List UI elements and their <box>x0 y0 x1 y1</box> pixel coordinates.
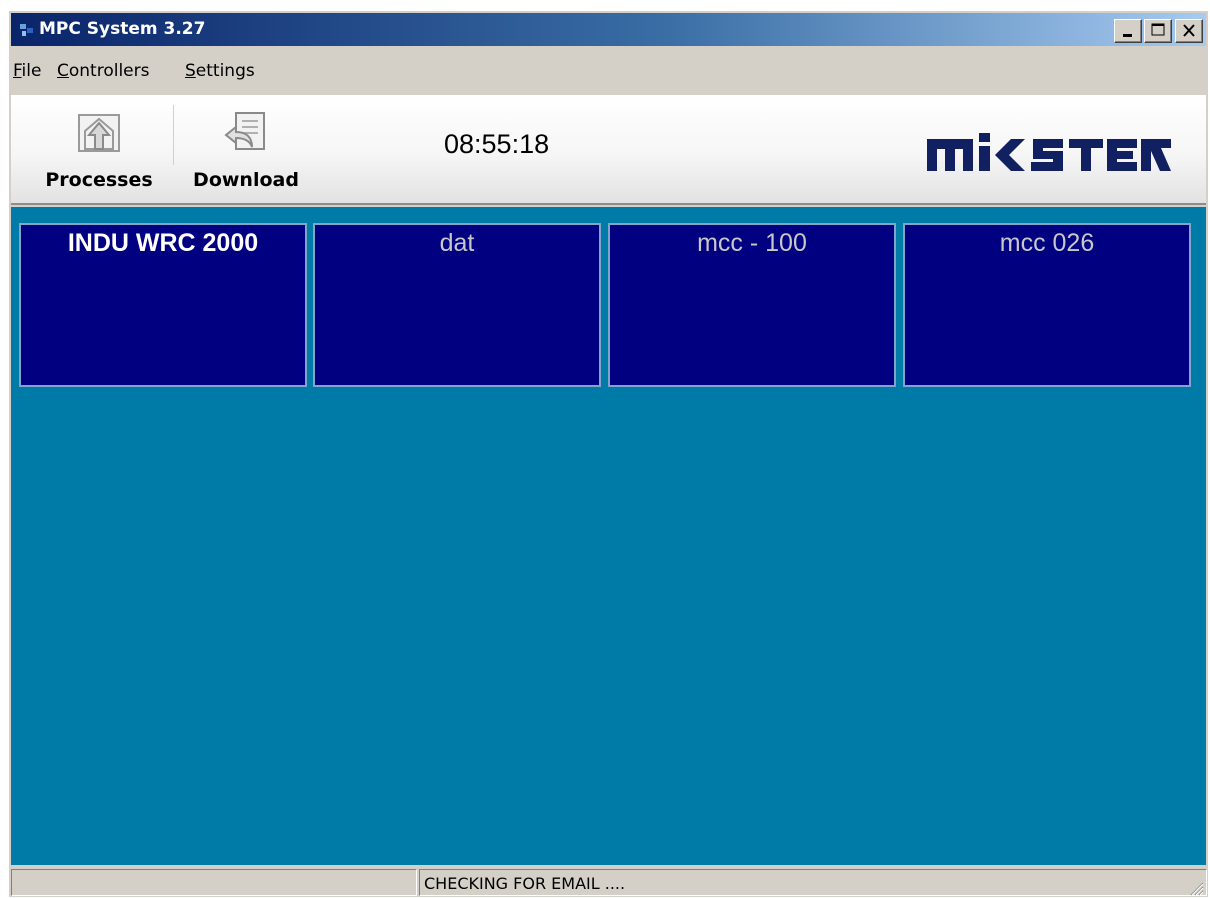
controller-tile-dat[interactable]: dat <box>313 223 601 387</box>
controller-name: mcc - 100 <box>697 229 807 257</box>
controller-name: dat <box>439 229 475 257</box>
controllers-workspace: INDU WRC 2000 dat mcc - 100 mcc 026 <box>11 207 1206 865</box>
controller-name: INDU WRC 2000 <box>67 229 259 257</box>
resize-grip-icon[interactable] <box>1188 880 1204 896</box>
controller-tile-mcc-026[interactable]: mcc 026 <box>903 223 1191 387</box>
close-button[interactable] <box>1175 19 1203 43</box>
menu-settings[interactable]: Settings <box>185 61 255 81</box>
maximize-button[interactable] <box>1144 19 1172 43</box>
close-icon <box>1183 24 1195 37</box>
controller-tile-indu-wrc-2000[interactable]: INDU WRC 2000 <box>19 223 307 387</box>
download-icon <box>224 112 265 150</box>
processes-label: Processes <box>45 169 153 191</box>
controller-tile-mcc-100[interactable]: mcc - 100 <box>608 223 896 387</box>
status-panel-message: CHECKING FOR EMAIL .... <box>419 869 1207 896</box>
processes-button[interactable]: Processes <box>29 99 169 199</box>
app-window: MPC System 3.27 File Controllers Setting… <box>8 10 1208 897</box>
status-panel-left <box>11 869 417 896</box>
download-label: Download <box>193 169 299 191</box>
app-icon <box>20 24 33 36</box>
menu-controllers[interactable]: Controllers <box>57 61 149 81</box>
status-message: CHECKING FOR EMAIL .... <box>424 874 626 893</box>
title-bar[interactable]: MPC System 3.27 <box>11 13 1206 46</box>
status-bar: CHECKING FOR EMAIL .... <box>11 867 1207 898</box>
window-title: MPC System 3.27 <box>39 19 206 39</box>
toolbar-separator <box>173 105 174 165</box>
minimize-icon <box>1123 34 1132 37</box>
controller-name: mcc 026 <box>999 229 1095 257</box>
maximize-icon <box>1151 23 1165 36</box>
processes-icon <box>78 114 120 152</box>
download-button[interactable]: Download <box>181 99 311 199</box>
toolbar: Processes Download 08:55:18 <box>11 95 1206 205</box>
menu-file[interactable]: File <box>13 61 41 81</box>
menu-bar: File Controllers Settings <box>11 48 1206 92</box>
clock-display: 08:55:18 <box>444 129 550 159</box>
mikster-logo <box>927 133 1171 171</box>
minimize-button[interactable] <box>1114 19 1142 43</box>
